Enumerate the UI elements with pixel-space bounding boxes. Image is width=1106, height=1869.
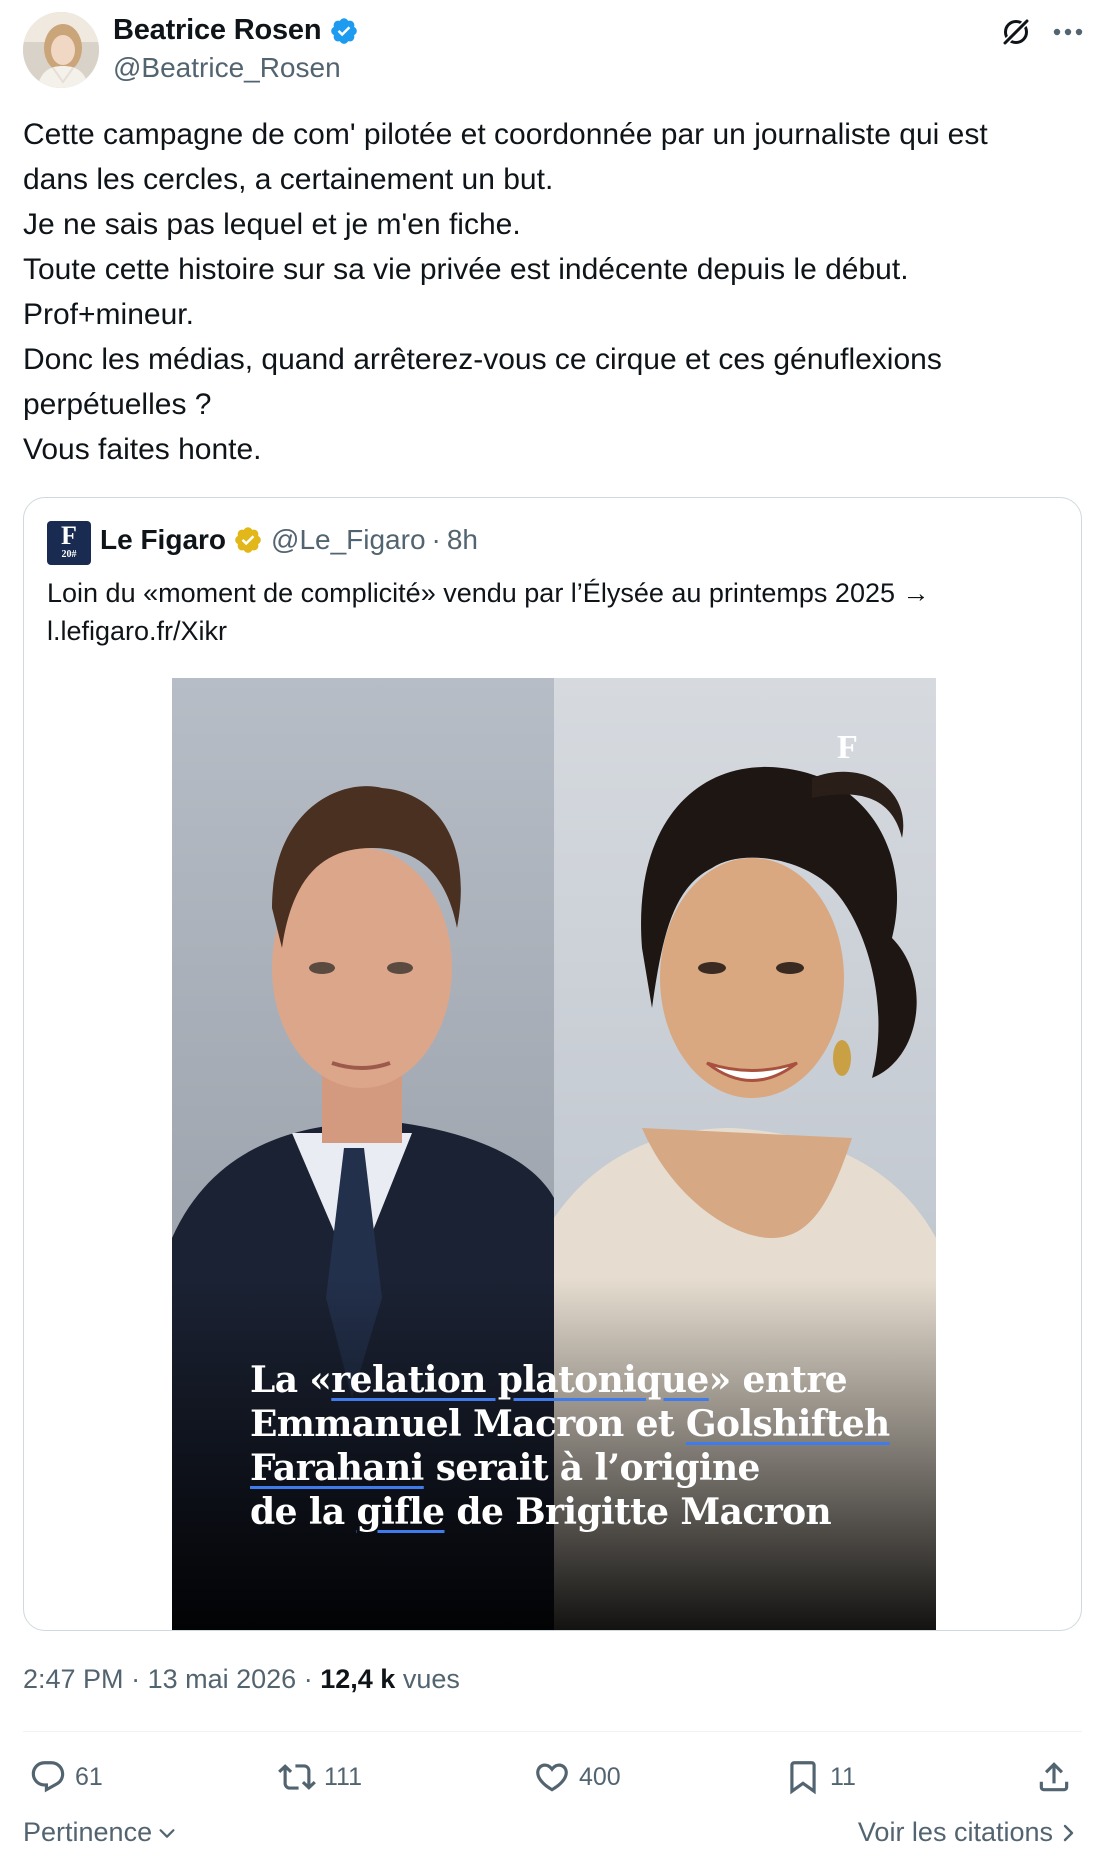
reply-icon bbox=[31, 1761, 65, 1793]
separator-dot: · bbox=[303, 1664, 313, 1694]
logo-letter: F bbox=[61, 521, 77, 550]
more-icon[interactable] bbox=[1049, 14, 1087, 50]
headline-line: de la gifle de Brigitte Macron bbox=[250, 1491, 832, 1533]
quoted-author-name[interactable]: Le Figaro bbox=[100, 524, 226, 556]
tweet-line: Prof+mineur. bbox=[23, 298, 194, 331]
logo-year: 20# bbox=[61, 549, 77, 560]
tweet-text: Cette campagne de com' pilotée et coordo… bbox=[23, 112, 1093, 472]
verified-organization-badge-icon bbox=[235, 527, 261, 553]
like-button[interactable]: 400 bbox=[533, 1755, 621, 1799]
repost-count: 111 bbox=[324, 1762, 363, 1791]
tweet-time[interactable]: 2:47 PM bbox=[23, 1664, 124, 1694]
author-name-text[interactable]: Beatrice Rosen bbox=[113, 14, 322, 47]
quoted-tweet-card[interactable]: F 20# Le Figaro @Le_Figaro · 8h Loin du … bbox=[23, 497, 1082, 1631]
tweet-line: Donc les médias, quand arrêterez-vous ce… bbox=[23, 343, 942, 376]
sort-dropdown[interactable]: Pertinence bbox=[23, 1817, 178, 1848]
share-button[interactable] bbox=[1035, 1755, 1073, 1799]
view-quotes-link[interactable]: Voir les citations bbox=[858, 1817, 1079, 1848]
image-headline: La «relation platonique» entre Emmanuel … bbox=[250, 1358, 910, 1534]
like-count: 400 bbox=[579, 1762, 621, 1791]
bookmark-icon bbox=[790, 1761, 816, 1795]
author-handle[interactable]: @Beatrice_Rosen bbox=[113, 52, 341, 84]
grok-icon[interactable] bbox=[1000, 16, 1032, 48]
views-label: vues bbox=[402, 1664, 460, 1694]
tweet-line: Cette campagne de com' pilotée et coordo… bbox=[23, 118, 988, 151]
view-quotes-label: Voir les citations bbox=[857, 1817, 1053, 1847]
repost-icon bbox=[278, 1764, 316, 1790]
headline-line: Farahani serait à l’origine bbox=[250, 1447, 760, 1489]
tweet-meta: 2:47 PM · 13 mai 2026 · 12,4 k vues bbox=[23, 1664, 460, 1695]
quoted-link[interactable]: l.lefigaro.fr/Xikr bbox=[47, 612, 1057, 650]
quoted-media-image[interactable]: F La «relation platonique» entre Emmanue… bbox=[172, 678, 936, 1630]
reply-count: 61 bbox=[75, 1762, 103, 1791]
heart-icon bbox=[536, 1763, 568, 1792]
tweet-line: perpétuelles ? bbox=[23, 388, 212, 421]
quoted-text-line: Loin du «moment de complicité» vendu par… bbox=[47, 578, 930, 608]
tweet-line: dans les cercles, a certainement un but. bbox=[23, 163, 554, 196]
quoted-text: Loin du «moment de complicité» vendu par… bbox=[47, 574, 1057, 650]
bookmark-count: 11 bbox=[830, 1762, 856, 1791]
views-count: 12,4 k bbox=[320, 1664, 396, 1694]
reply-button[interactable]: 61 bbox=[29, 1755, 103, 1799]
quoted-header: Le Figaro @Le_Figaro · 8h bbox=[100, 524, 478, 556]
tweet-line: Toute cette histoire sur sa vie privée e… bbox=[23, 253, 909, 286]
le-figaro-logo[interactable]: F 20# bbox=[47, 521, 91, 565]
chevron-right-icon bbox=[1063, 1824, 1074, 1841]
divider bbox=[23, 1731, 1082, 1732]
quoted-time[interactable]: 8h bbox=[447, 524, 478, 556]
headline-line: Emmanuel Macron et Golshifteh bbox=[250, 1403, 890, 1445]
tweet-detail: Beatrice Rosen @Beatrice_Rosen Cette cam… bbox=[0, 0, 1106, 1869]
tweet-line: Je ne sais pas lequel et je m'en fiche. bbox=[23, 208, 521, 241]
share-icon bbox=[1039, 1762, 1069, 1792]
bookmark-button[interactable]: 11 bbox=[784, 1755, 856, 1799]
sort-label: Pertinence bbox=[23, 1817, 153, 1847]
avatar[interactable] bbox=[23, 12, 99, 88]
separator-dot: · bbox=[131, 1664, 141, 1694]
author-name[interactable]: Beatrice Rosen bbox=[113, 14, 359, 47]
watermark-f: F bbox=[837, 729, 858, 766]
headline-line: La «relation platonique» entre bbox=[250, 1359, 848, 1401]
quoted-author-handle[interactable]: @Le_Figaro bbox=[271, 524, 426, 556]
verified-badge-icon bbox=[331, 17, 358, 44]
separator-dot: · bbox=[431, 524, 441, 555]
repost-button[interactable]: 111 bbox=[278, 1755, 362, 1799]
chevron-down-icon bbox=[159, 1828, 175, 1838]
tweet-date[interactable]: 13 mai 2026 bbox=[148, 1664, 297, 1694]
tweet-line: Vous faites honte. bbox=[23, 433, 262, 466]
